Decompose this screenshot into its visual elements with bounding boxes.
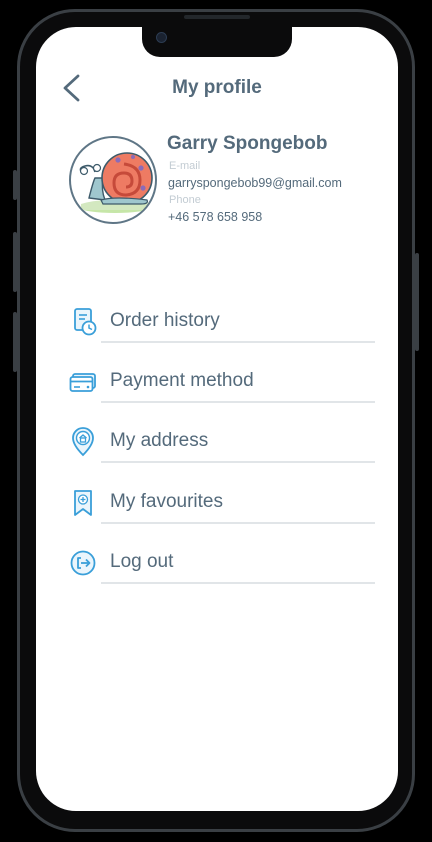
divider — [101, 401, 375, 403]
mute-switch — [13, 170, 17, 200]
menu-item-my-favourites[interactable]: My favourites — [69, 480, 375, 528]
credit-card-icon — [69, 367, 99, 397]
menu-label-my-favourites: My favourites — [110, 491, 223, 512]
front-camera — [156, 32, 167, 43]
location-home-icon — [69, 427, 99, 457]
email-value: garryspongebob99@gmail.com — [168, 176, 342, 190]
receipt-clock-icon — [69, 307, 99, 337]
page-title: My profile — [172, 77, 262, 98]
menu-label-my-address: My address — [110, 430, 209, 451]
screen: My profile Garry Spongebob E-mail garrys… — [36, 27, 398, 811]
divider — [101, 582, 375, 584]
phone-value: +46 578 658 958 — [168, 210, 263, 224]
speaker — [184, 15, 250, 19]
snail-avatar-icon — [79, 152, 153, 213]
menu-item-log-out[interactable]: Log out — [69, 540, 375, 588]
profile-name: Garry Spongebob — [167, 133, 328, 154]
menu-item-order-history[interactable]: Order history — [69, 299, 375, 347]
logout-icon — [69, 548, 99, 578]
menu-item-my-address[interactable]: My address — [69, 419, 375, 467]
avatar[interactable] — [69, 136, 157, 224]
menu-label-order-history: Order history — [110, 310, 220, 331]
bookmark-plus-icon — [69, 488, 99, 518]
volume-down-button — [13, 312, 17, 372]
phone-label: Phone — [169, 194, 201, 206]
email-label: E-mail — [169, 160, 201, 172]
divider — [101, 341, 375, 343]
menu-item-payment-method[interactable]: Payment method — [69, 359, 375, 407]
menu-label-payment-method: Payment method — [110, 370, 254, 391]
menu-label-log-out: Log out — [110, 551, 174, 572]
power-button — [415, 253, 419, 351]
volume-up-button — [13, 232, 17, 292]
divider — [101, 522, 375, 524]
divider — [101, 461, 375, 463]
